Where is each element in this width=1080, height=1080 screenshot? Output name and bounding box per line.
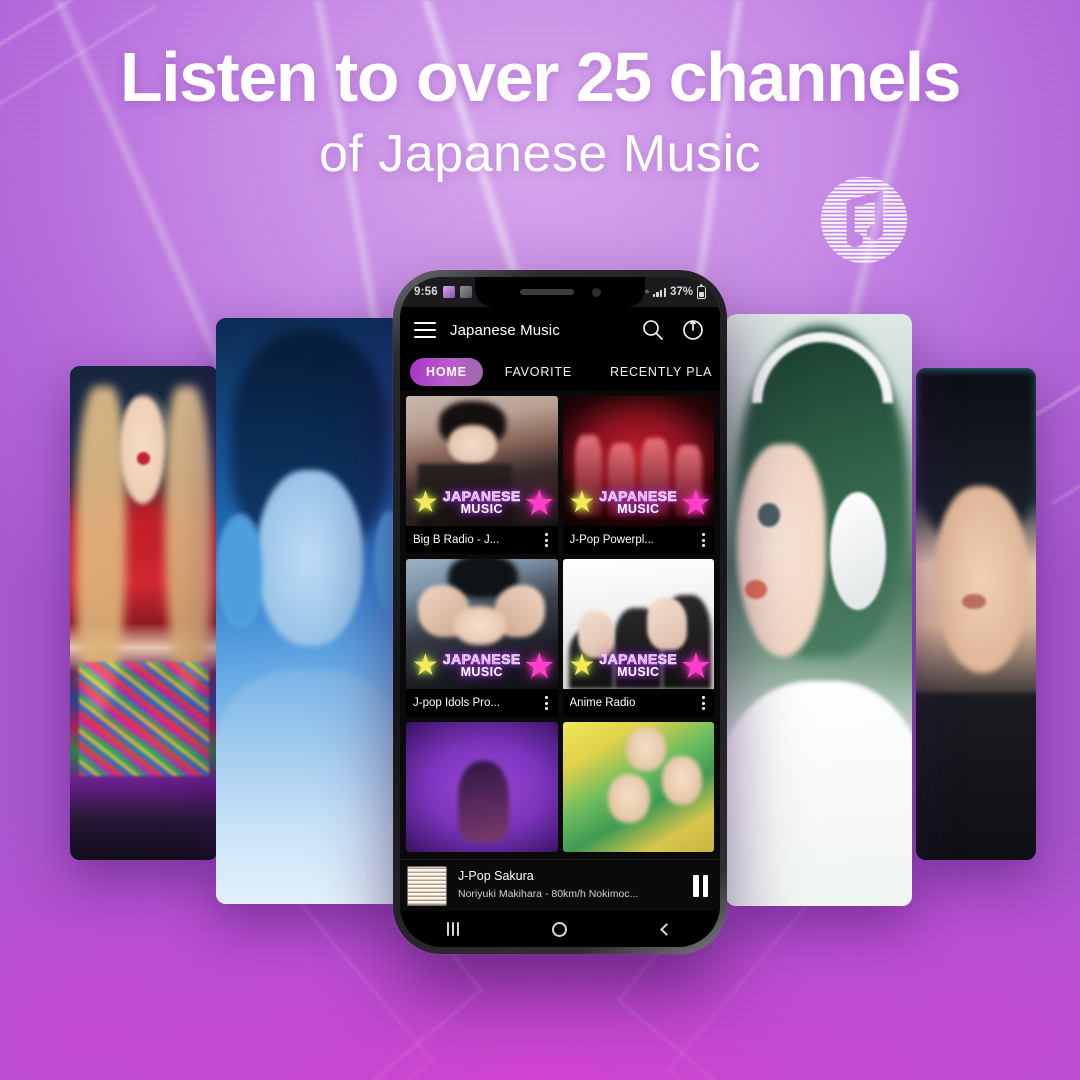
album-art-thumbnail [407,865,447,906]
photo-icon [459,286,472,298]
tab-home[interactable]: HOME [410,358,483,386]
photo-card-idol-blonde [70,366,218,860]
overflow-menu-icon[interactable] [696,533,710,547]
star-icon-right: ★ [679,482,712,523]
search-icon[interactable] [640,317,666,343]
phone-screen: 9:56 ⚯ 37% Japanese Music HOME FAVORITE … [400,277,720,947]
signal-bars-icon [652,287,666,297]
front-camera-icon [591,287,601,297]
earpiece-speaker [519,289,574,295]
station-card[interactable]: ★ ★ JAPANESE MUSIC J-pop Idols Pro... [406,559,558,717]
badge-line-2: MUSIC [460,665,503,680]
station-artwork: ★ ★ JAPANESE MUSIC [562,396,715,526]
photo-card-boy-headphones-blue [216,318,404,904]
star-icon-left: ★ [568,649,596,682]
overflow-menu-icon[interactable] [696,696,710,710]
battery-icon [697,283,706,299]
phone-notch [475,277,645,307]
badge-line-2: MUSIC [617,502,660,517]
station-label: Big B Radio - J... [406,526,558,554]
station-artwork: ★ ★ JAPANESE MUSIC [406,559,558,689]
promo-poster: Listen to over 25 channels of Japanese M… [0,0,1080,1080]
hamburger-menu-icon[interactable] [414,321,436,339]
station-label: Anime Radio [562,689,714,717]
mini-player[interactable]: J-Pop Sakura Noriyuki Makihara - 80km/h … [400,859,720,911]
japanese-music-badge: ★ ★ JAPANESE MUSIC [406,482,558,524]
star-icon-left: ★ [412,486,439,519]
station-artwork [406,722,558,852]
back-icon[interactable] [641,916,693,942]
star-icon-left: ★ [568,486,596,519]
station-grid: ★ ★ JAPANESE MUSIC Big B Radio - J... ★ … [400,391,720,857]
japanese-music-badge: ★ ★ JAPANESE MUSIC [563,482,715,524]
tab-bar: HOME FAVORITE RECENTLY PLA [400,353,720,391]
phone-mockup: 9:56 ⚯ 37% Japanese Music HOME FAVORITE … [393,270,727,954]
battery-percent: 37% [669,286,693,298]
station-card-partial[interactable] [406,722,558,852]
star-icon-left: ★ [412,649,439,682]
music-note-circle-icon [816,172,912,268]
japanese-music-badge: ★ ★ JAPANESE MUSIC [563,645,715,687]
status-bar-left: 9:56 [414,286,472,298]
station-title: Big B Radio - J... [413,534,500,546]
home-icon[interactable] [534,916,586,942]
badge-line-2: MUSIC [617,665,660,680]
status-time: 9:56 [414,286,438,298]
photo-card-boy-dark-hair [916,368,1036,860]
player-metadata: J-Pop Sakura Noriyuki Makihara - 80km/h … [458,869,682,901]
app-title: Japanese Music [450,321,560,339]
station-label: J-Pop Powerpl... [562,526,714,554]
station-artwork: ★ ★ JAPANESE MUSIC [406,396,558,526]
app-header: Japanese Music [400,307,720,353]
android-navigation-bar [400,911,720,947]
station-card[interactable]: ★ ★ JAPANESE MUSIC Big B Radio - J... [406,396,558,554]
pause-icon[interactable] [693,874,708,897]
station-card[interactable]: ★ ★ JAPANESE MUSIC J-Pop Powerpl... [562,396,715,554]
overflow-menu-icon[interactable] [540,696,554,710]
photo-card-girl-green-hair [726,314,912,906]
japanese-music-badge: ★ ★ JAPANESE MUSIC [406,645,558,687]
player-track-subtitle: Noriyuki Makihara - 80km/h Nokimoc... [458,887,639,900]
avatar-icon [442,286,455,298]
star-icon-right: ★ [523,645,556,686]
station-title: J-pop Idols Pro... [413,697,500,709]
overflow-menu-icon[interactable] [540,533,554,547]
star-icon-right: ★ [523,482,556,523]
station-artwork: ★ ★ JAPANESE MUSIC [562,559,715,689]
station-title: Anime Radio [569,697,636,709]
recent-apps-icon[interactable] [427,916,479,942]
station-label: J-pop Idols Pro... [406,689,558,717]
station-artwork [562,722,714,852]
station-title: J-Pop Powerpl... [569,534,654,546]
status-bar-right: ⚯ 37% [641,283,706,299]
station-card[interactable]: ★ ★ JAPANESE MUSIC Anime Radio [562,559,715,717]
badge-line-2: MUSIC [460,502,503,517]
tab-favorite[interactable]: FAVORITE [489,358,588,386]
station-card-partial[interactable] [562,722,714,852]
star-icon-right: ★ [679,645,712,686]
tab-recently-played[interactable]: RECENTLY PLA [594,358,720,386]
power-icon[interactable] [680,317,706,343]
player-station-title: J-Pop Sakura [458,869,534,884]
